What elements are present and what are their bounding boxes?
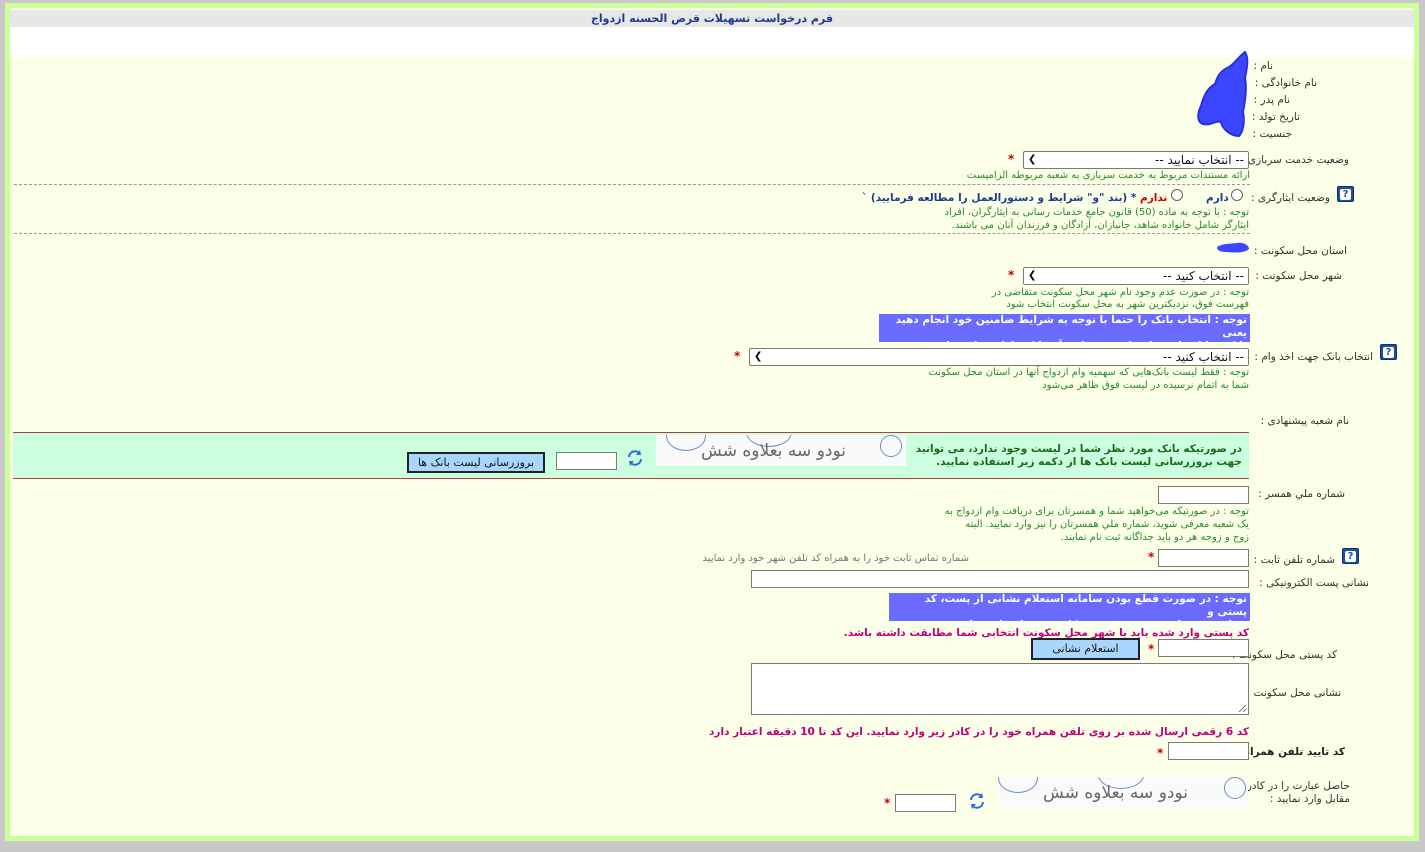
question-help-icon[interactable]: ?: [1342, 548, 1359, 564]
question-help-icon[interactable]: ?: [1380, 344, 1397, 360]
veteran-no-radio[interactable]: [1171, 189, 1183, 204]
refresh-captcha-icon[interactable]: [968, 792, 986, 810]
required-mark: *: [1008, 268, 1015, 282]
bank-guarantor-notice: توجه : انتخاب بانک را حتما با توجه به شر…: [879, 314, 1250, 352]
city-label: شهر محل سکونت :: [1255, 270, 1342, 282]
refresh-captcha-text: نودو سه بعلاوه شش: [701, 441, 846, 461]
required-mark: *: [1157, 746, 1164, 760]
resize-handle-icon[interactable]: [1238, 704, 1247, 713]
postal-code-input[interactable]: [1158, 639, 1249, 657]
refresh-message-line1: در صورتیکه بانک مورد نظر شما در لیست وجو…: [915, 443, 1242, 455]
chevron-down-icon: ❯: [1028, 270, 1037, 281]
veteran-rules-link[interactable]: * (بند "و" شرایط و دستورالعمل را مطالعه …: [862, 192, 1136, 204]
province-label: استان محل سکونت :: [1254, 245, 1347, 257]
military-label: وضعیت خدمت سربازی :: [1240, 154, 1349, 166]
redaction-scribble: [1217, 242, 1249, 253]
veteran-note-line1: توجه : با توجه به ماده (50) قانون جامع خ…: [944, 207, 1249, 218]
page-bottom-bar: [0, 841, 1425, 852]
required-mark: *: [1148, 550, 1155, 564]
refresh-message-line2: جهت بروزرسانی لیست بانک ها از دکمه زیر ا…: [936, 456, 1242, 468]
postal-service-notice: توجه : در صورت قطع بودن سامانه استعلام ن…: [889, 593, 1250, 631]
military-select[interactable]: -- انتخاب نمایید -- ❯: [1023, 151, 1249, 169]
email-input[interactable]: [751, 570, 1249, 588]
postal-notice-line1: توجه : در صورت قطع بودن سامانه استعلام ن…: [924, 593, 1247, 618]
final-captcha-input[interactable]: [895, 794, 956, 812]
form-title: فرم درخواست تسهیلات قرض الحسنه ازدواج: [10, 10, 1414, 27]
mobile-code-label: کد تایید تلفن همراه :: [1235, 746, 1345, 758]
veteran-yes-radio[interactable]: [1231, 189, 1243, 204]
spouse-note-line3: زوج و زوجه هر دو باید جداگانه ثبت نام نم…: [1060, 532, 1249, 543]
last-name-label: نام خانوادگی :: [1254, 77, 1317, 89]
veteran-no-label: ندارم: [1140, 192, 1168, 204]
required-mark: *: [1008, 152, 1015, 166]
chevron-down-icon: ❯: [754, 351, 763, 362]
military-note: ارائه مستندات مربوط به خدمت سربازی به شع…: [966, 170, 1250, 181]
address-textarea[interactable]: [751, 663, 1249, 715]
sms-code-note: کد 6 رقمی ارسال شده بر روی تلفن همراه خو…: [709, 726, 1249, 738]
mobile-code-input[interactable]: [1168, 742, 1249, 760]
required-mark: *: [734, 349, 741, 363]
captcha-noise-ring: [1224, 777, 1246, 799]
bank-note-line1: توجه : فقط لیست بانک‌هایی که سهمیه وام ا…: [928, 367, 1249, 378]
bank-label: انتخاب بانک جهت اخذ وام :: [1254, 351, 1373, 363]
question-help-icon[interactable]: ?: [1337, 186, 1354, 202]
father-name-label: نام پدر :: [1253, 94, 1290, 106]
phone-input[interactable]: [1158, 549, 1249, 567]
refresh-captcha-image: نودو سه بعلاوه شش: [656, 435, 906, 466]
required-mark: *: [884, 796, 891, 810]
city-select-value: -- انتخاب کنید --: [1162, 269, 1244, 283]
spouse-id-input[interactable]: [1158, 486, 1249, 504]
address-inquiry-button[interactable]: استعلام نشانی: [1031, 638, 1140, 660]
spouse-id-label: شماره ملي همسر :: [1258, 488, 1345, 500]
phone-hint: شماره تماس ثابت خود را به همراه کد تلفن …: [702, 553, 969, 564]
military-select-value: -- انتخاب نمایید --: [1155, 153, 1244, 167]
chevron-down-icon: ❯: [1028, 154, 1037, 165]
gender-label: جنسیت :: [1252, 128, 1292, 140]
required-mark: *: [1148, 642, 1155, 656]
veteran-label: وضعیت ایثارگری :: [1250, 192, 1330, 204]
refresh-captcha-input[interactable]: [556, 452, 617, 470]
veteran-yes-label: دارم: [1206, 192, 1229, 204]
captcha-label-line1: حاصل عبارت را در کادر: [1246, 780, 1350, 792]
captcha-noise-ring: [998, 777, 1038, 793]
email-label: نشانی پست الکترونیکی :: [1259, 577, 1369, 589]
birth-date-label: تاریخ تولد :: [1251, 111, 1300, 123]
address-label: نشانی محل سکونت :: [1246, 687, 1341, 699]
redaction-scribble: [1197, 50, 1249, 138]
captcha-noise-ring: [666, 435, 706, 451]
branch-label: نام شعبه پیشنهادی :: [1260, 415, 1349, 427]
divider: [14, 184, 1250, 185]
first-name-label: نام :: [1253, 60, 1274, 72]
bank-note-line2: شما به اتمام نرسیده در لیست فوق ظاهر می‌…: [1042, 380, 1249, 391]
bank-select[interactable]: -- انتخاب کنید -- ❯: [749, 348, 1249, 366]
refresh-bank-list-button[interactable]: بروزرسانی لیست بانک ها: [407, 452, 545, 473]
veteran-note-line2: ایثارگر شامل خانواده شاهد، جانبازان، آزا…: [951, 220, 1249, 231]
refresh-captcha-icon[interactable]: [626, 449, 644, 467]
city-note-line2: فهرست فوق، نزدیکترین شهر به محل سکونت ان…: [1006, 299, 1249, 310]
captcha-label-line2: مقابل وارد نمایید :: [1269, 793, 1350, 805]
spouse-note-line2: یک شعبه معرفی شوید، شماره ملي همسرتان را…: [965, 519, 1249, 530]
final-captcha-image: نودو سه بعلاوه شش: [998, 777, 1248, 807]
city-select[interactable]: -- انتخاب کنید -- ❯: [1023, 267, 1249, 285]
final-captcha-text: نودو سه بعلاوه شش: [1043, 783, 1188, 803]
captcha-noise-ring: [880, 435, 902, 457]
divider: [14, 233, 1250, 234]
spouse-note-line1: توجه : در صورتیکه می‌خواهید شما و همسرتا…: [944, 506, 1249, 517]
bank-select-value: -- انتخاب کنید --: [1162, 350, 1244, 364]
phone-label: شماره تلفن ثابت :: [1253, 554, 1335, 566]
bank-notice-line1: توجه : انتخاب بانک را حتما با توجه به شر…: [895, 314, 1247, 339]
